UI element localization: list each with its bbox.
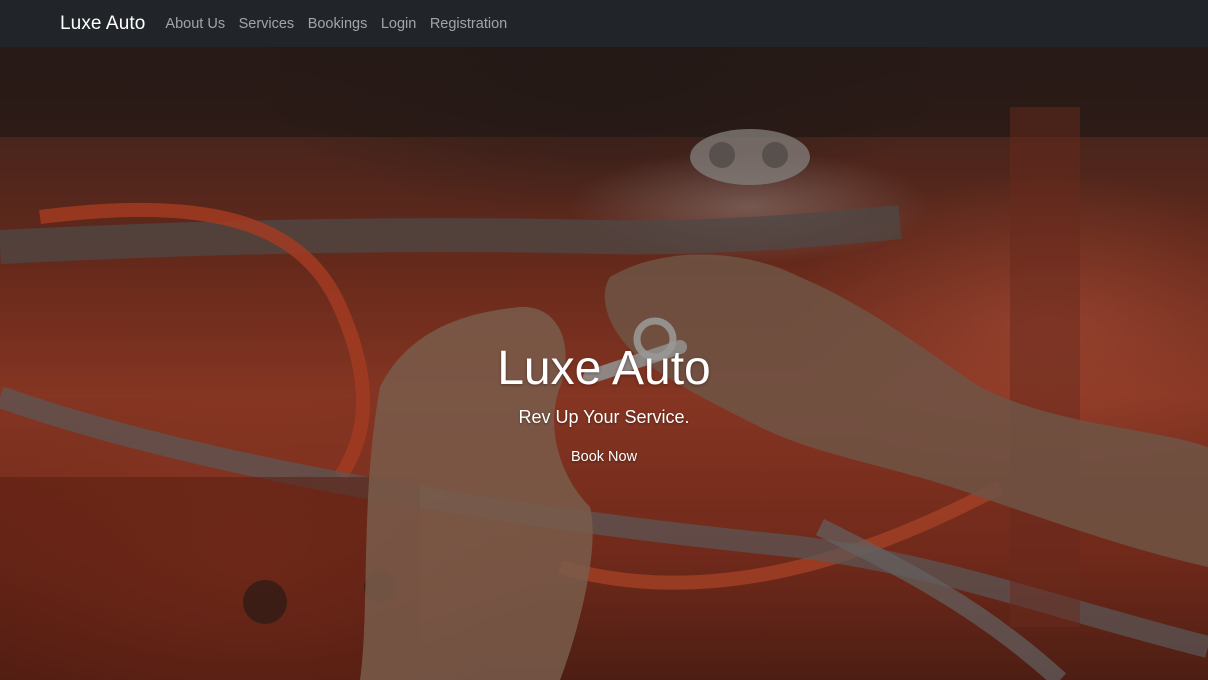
book-now-button[interactable]: Book Now: [561, 443, 647, 471]
brand-logo-link[interactable]: Luxe Auto: [60, 13, 145, 35]
nav-links: About Us Services Bookings Login Registr…: [165, 16, 520, 32]
hero-section: Luxe Auto Rev Up Your Service. Book Now: [0, 47, 1208, 680]
nav-link-bookings[interactable]: Bookings: [308, 16, 368, 32]
nav-link-login[interactable]: Login: [381, 16, 416, 32]
top-navbar: Luxe Auto About Us Services Bookings Log…: [0, 0, 1208, 47]
hero-content: Luxe Auto Rev Up Your Service. Book Now: [0, 47, 1208, 680]
nav-link-registration[interactable]: Registration: [430, 16, 507, 32]
hero-title: Luxe Auto: [497, 342, 711, 395]
nav-link-services[interactable]: Services: [239, 16, 295, 32]
hero-tagline: Rev Up Your Service.: [518, 407, 690, 427]
nav-link-about-us[interactable]: About Us: [165, 16, 225, 32]
